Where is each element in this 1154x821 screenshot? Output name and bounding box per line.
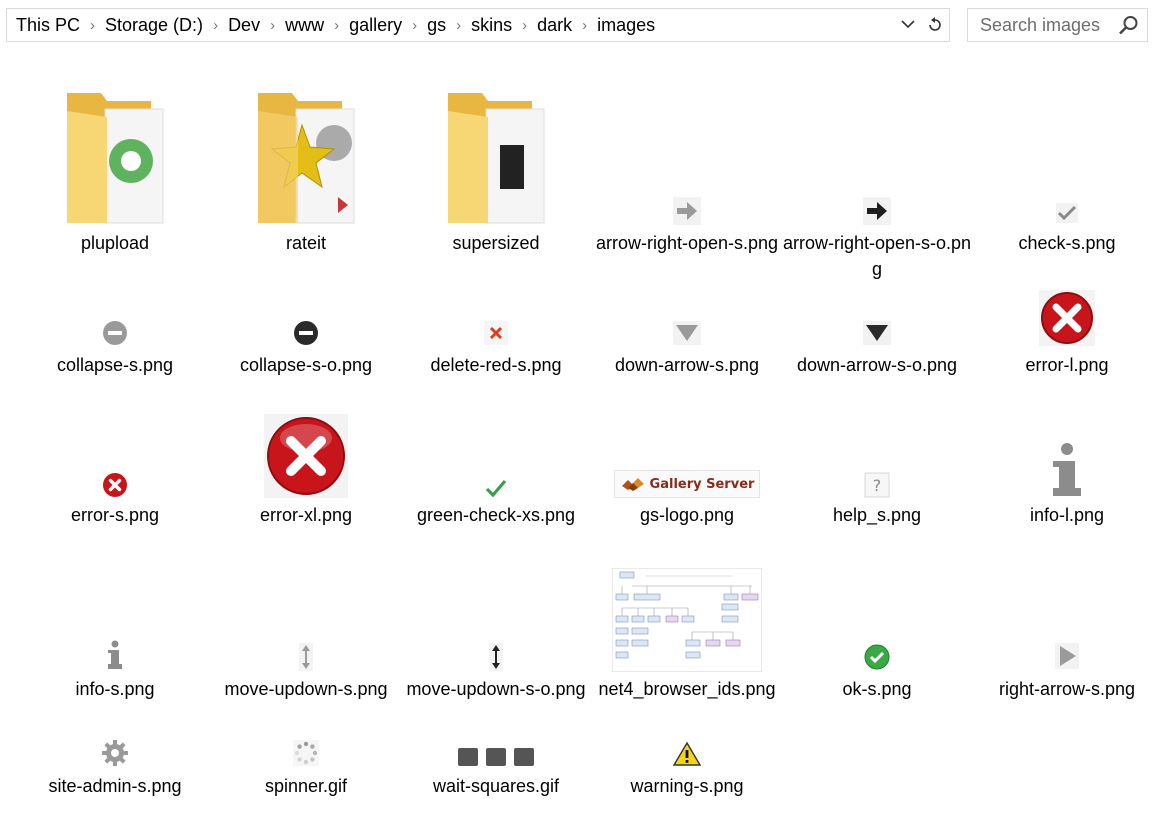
gear-icon xyxy=(20,735,210,767)
error-small-icon xyxy=(20,468,210,498)
ok-green-icon xyxy=(782,640,972,670)
chevron-right-icon[interactable]: › xyxy=(206,17,225,34)
file-name: move-updown-s.png xyxy=(224,679,388,699)
file-name: rateit xyxy=(285,233,327,253)
file-name: down-arrow-s.png xyxy=(614,355,760,375)
file-name: site-admin-s.png xyxy=(48,776,182,796)
breadcrumb-gallery[interactable]: gallery xyxy=(346,15,405,36)
move-updown-black-icon xyxy=(401,638,591,672)
file-name: arrow-right-open-s.png xyxy=(595,233,779,253)
help-icon: ? xyxy=(782,468,972,498)
warning-icon xyxy=(592,735,782,767)
file-name: plupload xyxy=(80,233,150,253)
address-toolbar: This PC › Storage (D:) › Dev › www › gal… xyxy=(0,0,1154,50)
file-name: arrow-right-open-s-o.png xyxy=(782,233,972,279)
chevron-down-icon[interactable] xyxy=(899,16,917,34)
down-arrow-black-icon xyxy=(782,314,972,346)
search-box[interactable] xyxy=(967,8,1148,42)
error-xl-icon xyxy=(211,414,401,498)
file-name: error-l.png xyxy=(1025,355,1109,375)
breadcrumb-dark[interactable]: dark xyxy=(534,15,575,36)
refresh-icon[interactable] xyxy=(925,16,945,34)
breadcrumb-gs[interactable]: gs xyxy=(424,15,449,36)
svg-text:?: ? xyxy=(873,476,882,495)
address-bar[interactable]: This PC › Storage (D:) › Dev › www › gal… xyxy=(6,8,950,42)
search-input[interactable] xyxy=(974,14,1126,36)
file-name: info-l.png xyxy=(1029,505,1105,525)
green-check-icon xyxy=(401,472,591,500)
file-name: right-arrow-s.png xyxy=(998,679,1136,699)
check-gray-icon xyxy=(972,190,1154,226)
folder-icon xyxy=(401,80,591,225)
chevron-right-icon[interactable]: › xyxy=(263,17,282,34)
file-name: down-arrow-s-o.png xyxy=(796,355,958,375)
file-name: ok-s.png xyxy=(842,679,912,699)
file-name: collapse-s.png xyxy=(56,355,174,375)
chevron-right-icon[interactable]: › xyxy=(449,17,468,34)
arrow-right-black-icon xyxy=(782,190,972,226)
file-item-plupload[interactable]: plupload xyxy=(20,80,210,253)
breadcrumb-www[interactable]: www xyxy=(282,15,327,36)
file-name: check-s.png xyxy=(1018,233,1116,253)
file-name: net4_browser_ids.png xyxy=(598,679,776,699)
file-name: supersized xyxy=(452,233,540,253)
breadcrumb-images[interactable]: images xyxy=(594,15,658,36)
file-name: error-s.png xyxy=(70,505,160,525)
wait-squares-icon xyxy=(401,741,591,767)
file-name: gs-logo.png xyxy=(639,505,735,525)
chevron-right-icon[interactable]: › xyxy=(327,17,346,34)
right-arrow-gray-icon xyxy=(972,640,1154,670)
delete-red-icon xyxy=(401,314,591,346)
breadcrumb: This PC › Storage (D:) › Dev › www › gal… xyxy=(13,9,658,41)
breadcrumb-this-pc[interactable]: This PC xyxy=(13,15,83,36)
file-name: delete-red-s.png xyxy=(430,355,562,375)
folder-icon xyxy=(20,80,210,225)
file-name: move-updown-s-o.png xyxy=(406,679,586,699)
diagram-thumbnail-icon xyxy=(592,564,782,672)
gallery-server-logo-icon: Gallery Server xyxy=(592,470,782,498)
file-name: collapse-s-o.png xyxy=(239,355,373,375)
arrow-right-gray-icon xyxy=(592,190,782,226)
info-large-icon xyxy=(972,438,1154,498)
breadcrumb-skins[interactable]: skins xyxy=(468,15,515,36)
breadcrumb-storage-d[interactable]: Storage (D:) xyxy=(102,15,206,36)
file-item-rateit[interactable]: rateit xyxy=(211,80,401,253)
file-name: wait-squares.gif xyxy=(432,776,560,796)
search-icon[interactable] xyxy=(1118,14,1142,36)
info-small-icon xyxy=(20,636,210,670)
chevron-right-icon[interactable]: › xyxy=(575,17,594,34)
breadcrumb-dev[interactable]: Dev xyxy=(225,15,263,36)
file-name: error-xl.png xyxy=(259,505,353,525)
file-name: spinner.gif xyxy=(264,776,348,796)
file-item-supersized[interactable]: supersized xyxy=(401,80,591,253)
chevron-right-icon[interactable]: › xyxy=(83,17,102,34)
spinner-icon xyxy=(211,735,401,767)
file-name: green-check-xs.png xyxy=(416,505,576,525)
chevron-right-icon[interactable]: › xyxy=(515,17,534,34)
chevron-right-icon[interactable]: › xyxy=(405,17,424,34)
file-name: warning-s.png xyxy=(630,776,744,796)
down-arrow-gray-icon xyxy=(592,314,782,346)
error-large-icon xyxy=(972,290,1154,346)
collapse-gray-icon xyxy=(20,314,210,346)
folder-icon xyxy=(211,80,401,225)
file-name: help_s.png xyxy=(832,505,922,525)
collapse-black-icon xyxy=(211,314,401,346)
move-updown-gray-icon xyxy=(211,638,401,672)
file-name: info-s.png xyxy=(75,679,155,699)
